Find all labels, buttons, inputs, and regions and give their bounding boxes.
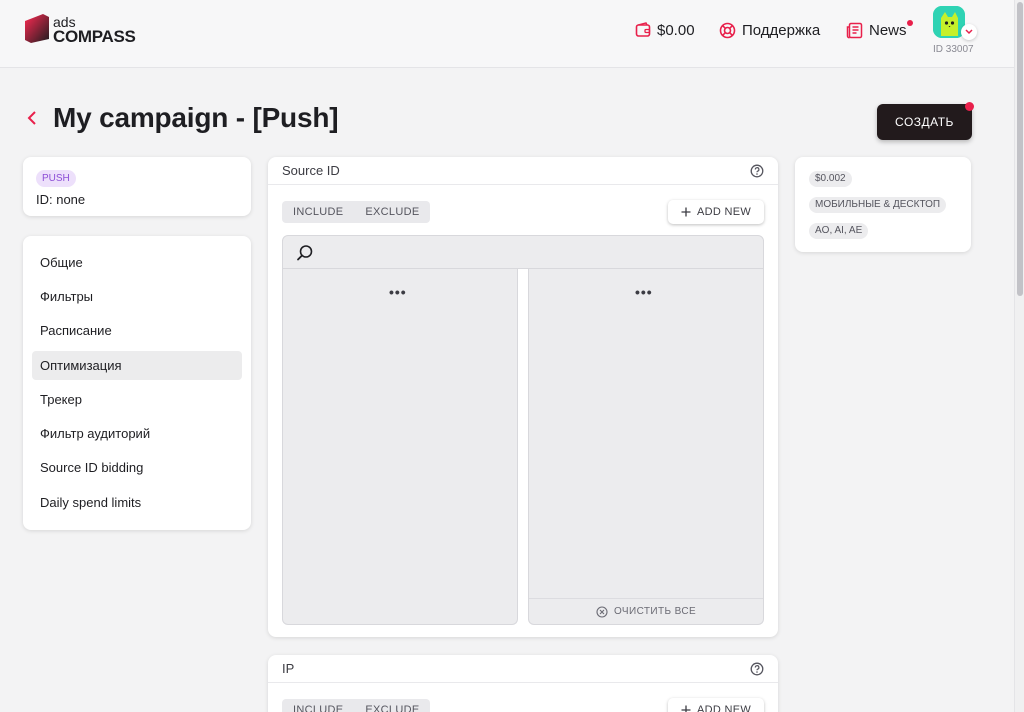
bid-tag: $0.002 <box>809 171 852 187</box>
exclude-tab[interactable]: EXCLUDE <box>354 704 430 712</box>
exclude-tab[interactable]: EXCLUDE <box>354 206 430 218</box>
panel-title: IP <box>282 661 295 676</box>
source-id-panel: Source ID INCLUDE EXCLUDE ADD NEW ••• ••… <box>268 157 778 637</box>
back-button[interactable] <box>26 110 38 131</box>
create-button-label: СОЗДАТЬ <box>895 115 954 129</box>
help-icon[interactable] <box>750 164 764 178</box>
sidebar-item-filters[interactable]: Фильтры <box>32 282 242 311</box>
add-new-label: ADD NEW <box>696 206 752 218</box>
add-new-button[interactable]: ADD NEW <box>668 698 764 712</box>
available-list[interactable]: ••• <box>282 269 518 625</box>
panel-header: Source ID <box>268 157 778 185</box>
panel-title: Source ID <box>282 163 340 178</box>
search-input[interactable] <box>282 235 764 269</box>
user-menu[interactable]: ID 33007 <box>933 6 977 56</box>
include-exclude-toggle: INCLUDE EXCLUDE <box>282 201 431 223</box>
page-scrollbar[interactable] <box>1014 0 1024 712</box>
sidebar-item-daily-spend-limits[interactable]: Daily spend limits <box>32 488 242 517</box>
clear-all-label: ОЧИСТИТЬ ВСЕ <box>613 606 697 617</box>
add-new-label: ADD NEW <box>696 704 752 712</box>
selected-list[interactable]: ••• ОЧИСТИТЬ ВСЕ <box>528 269 764 625</box>
plus-icon <box>681 705 691 712</box>
ip-panel: IP INCLUDE EXCLUDE ADD NEW <box>268 655 778 712</box>
news-link[interactable]: News <box>846 18 913 42</box>
logo-mark-icon <box>25 14 49 43</box>
support-label: Поддержка <box>742 21 821 39</box>
sidebar-item-general[interactable]: Общие <box>32 248 242 277</box>
campaign-id: ID: none <box>36 192 86 207</box>
sidebar-item-label: Source ID bidding <box>40 460 144 475</box>
plus-icon <box>681 207 691 217</box>
create-notification-dot <box>965 102 974 111</box>
geo-tag: AO, AI, AE <box>809 223 869 239</box>
balance-amount: $0.00 <box>657 21 695 39</box>
logo[interactable]: ads COMPASS <box>23 12 143 46</box>
news-notification-dot <box>906 19 913 26</box>
campaign-summary-card: $0.002 МОБИЛЬНЫЕ & ДЕСКТОП AO, AI, AE <box>795 157 971 252</box>
avatar-dropdown-toggle[interactable] <box>961 24 977 40</box>
sidebar-item-label: Общие <box>40 255 83 270</box>
newspaper-icon <box>846 22 863 38</box>
user-id: ID 33007 <box>933 44 974 55</box>
sidebar-item-label: Расписание <box>40 323 112 338</box>
create-button[interactable]: СОЗДАТЬ <box>877 102 974 140</box>
logo-text-bottom: COMPASS <box>53 27 136 46</box>
balance[interactable]: $0.00 <box>635 18 695 42</box>
sidebar-item-label: Оптимизация <box>40 358 122 373</box>
top-header: ads COMPASS $0.00 Поддержка News ID 3300… <box>0 0 1014 68</box>
sidebar-item-label: Фильтры <box>40 289 94 304</box>
include-exclude-toggle: INCLUDE EXCLUDE <box>282 699 431 712</box>
news-label: News <box>869 21 907 39</box>
sidebar-item-label: Daily spend limits <box>40 495 142 510</box>
sidebar-item-label: Трекер <box>40 392 82 407</box>
wallet-icon <box>635 22 651 37</box>
page-title: My campaign - [Push] <box>53 102 339 133</box>
loading-indicator: ••• <box>389 284 407 300</box>
loading-indicator: ••• <box>635 284 653 300</box>
device-tag: МОБИЛЬНЫЕ & ДЕСКТОП <box>809 197 947 213</box>
chevron-left-icon <box>27 111 36 125</box>
help-icon[interactable] <box>750 662 764 676</box>
sidebar-item-source-id-bidding[interactable]: Source ID bidding <box>32 453 242 482</box>
scrollbar-thumb[interactable] <box>1017 2 1023 296</box>
news-label-wrap: News <box>869 19 913 39</box>
campaign-info-card: PUSH ID: none <box>23 157 251 216</box>
clear-circle-icon <box>596 605 608 618</box>
add-new-button[interactable]: ADD NEW <box>668 200 764 224</box>
lifebuoy-icon <box>719 22 736 38</box>
support-link[interactable]: Поддержка <box>719 18 820 42</box>
sidebar-item-tracker[interactable]: Трекер <box>32 385 242 414</box>
sidebar-item-schedule[interactable]: Расписание <box>32 316 242 345</box>
include-tab[interactable]: INCLUDE <box>282 704 354 712</box>
campaign-type-badge: PUSH <box>36 170 76 187</box>
sidebar-item-audience-filter[interactable]: Фильтр аудиторий <box>32 419 242 448</box>
chevron-down-icon <box>965 29 973 35</box>
include-tab[interactable]: INCLUDE <box>282 206 354 218</box>
search-icon <box>297 245 313 261</box>
sidebar-item-label: Фильтр аудиторий <box>40 426 151 441</box>
sidebar-item-optimization[interactable]: Оптимизация <box>32 351 242 380</box>
settings-sidebar: Общие Фильтры Расписание Оптимизация Тре… <box>23 236 251 530</box>
panel-header: IP <box>268 655 778 683</box>
clear-all-button[interactable]: ОЧИСТИТЬ ВСЕ <box>529 598 763 624</box>
